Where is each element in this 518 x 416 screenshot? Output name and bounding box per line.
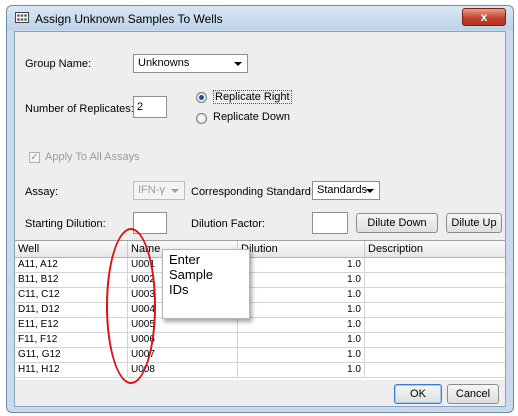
table-row[interactable]: H11, H12 U008 1.0 — [15, 363, 505, 378]
replicates-label: Number of Replicates: — [25, 103, 134, 115]
replicate-down-label[interactable]: Replicate Down — [213, 111, 290, 123]
dilute-up-button[interactable]: Dilute Up — [446, 213, 502, 233]
table-row[interactable]: E11, E12 U005 1.0 — [15, 318, 505, 333]
standard-dropdown[interactable]: Standards — [312, 181, 380, 200]
standard-value: Standards — [317, 184, 368, 196]
title-bar[interactable]: Assign Unknown Samples To Wells x — [7, 6, 513, 30]
cell-description[interactable] — [365, 363, 505, 377]
starting-dilution-label: Starting Dilution: — [25, 218, 106, 230]
assay-label: Assay: — [25, 186, 59, 198]
assay-dropdown[interactable]: IFN-γ — [133, 181, 185, 200]
cell-description[interactable] — [365, 318, 505, 332]
apply-all-checkbox[interactable]: ✓ — [29, 152, 40, 163]
replicates-input[interactable]: 2 — [133, 96, 167, 118]
samples-table: Well Name Dilution Description A11, A12 U… — [15, 240, 505, 382]
table-header: Well Name Dilution Description — [15, 241, 505, 258]
chevron-down-icon — [171, 189, 179, 193]
apply-all-label: Apply To All Assays — [45, 151, 140, 163]
column-header-description[interactable]: Description — [365, 241, 505, 257]
table-row[interactable]: C11, C12 U003 1.0 — [15, 288, 505, 303]
chevron-down-icon — [234, 62, 242, 66]
table-row[interactable]: G11, G12 U007 1.0 — [15, 348, 505, 363]
cell-dilution[interactable]: 1.0 — [238, 288, 365, 302]
chevron-down-icon — [366, 189, 374, 193]
cell-dilution[interactable]: 1.0 — [238, 273, 365, 287]
dialog-footer: OK Cancel — [15, 380, 505, 406]
replicate-right-radio[interactable] — [196, 92, 207, 103]
callout-line: Enter — [169, 252, 201, 267]
column-header-dilution[interactable]: Dilution — [238, 241, 365, 257]
cell-description[interactable] — [365, 348, 505, 362]
cell-well[interactable]: H11, H12 — [15, 363, 128, 377]
ok-button[interactable]: OK — [394, 384, 442, 404]
highlight-ellipse — [106, 228, 156, 384]
cell-dilution[interactable]: 1.0 — [238, 303, 365, 317]
cell-dilution[interactable]: 1.0 — [238, 318, 365, 332]
dilution-factor-label: Dilution Factor: — [191, 218, 265, 230]
cell-description[interactable] — [365, 258, 505, 272]
cell-dilution[interactable]: 1.0 — [238, 258, 365, 272]
dilute-down-button[interactable]: Dilute Down — [356, 213, 438, 233]
cell-description[interactable] — [365, 333, 505, 347]
cancel-button[interactable]: Cancel — [447, 384, 499, 404]
callout-box: Enter Sample IDs — [162, 249, 250, 319]
cell-dilution[interactable]: 1.0 — [238, 363, 365, 377]
group-name-label: Group Name: — [25, 58, 92, 70]
table-row[interactable]: D11, D12 U004 1.0 — [15, 303, 505, 318]
table-row[interactable]: B11, B12 U002 1.0 — [15, 273, 505, 288]
group-name-dropdown[interactable]: Unknowns — [133, 54, 248, 73]
dialog-window: Assign Unknown Samples To Wells x Group … — [6, 5, 514, 413]
replicate-down-radio[interactable] — [196, 113, 207, 124]
cell-description[interactable] — [365, 303, 505, 317]
close-icon: x — [480, 10, 488, 24]
standard-label: Corresponding Standard: — [191, 186, 314, 198]
replicate-right-label[interactable]: Replicate Right — [213, 90, 292, 104]
table-row[interactable]: F11, F12 U006 1.0 — [15, 333, 505, 348]
callout-line: IDs — [169, 282, 189, 297]
cell-dilution[interactable]: 1.0 — [238, 333, 365, 347]
dialog-content: Group Name: Unknowns Number of Replicate… — [14, 31, 506, 407]
callout-line: Sample — [169, 267, 214, 282]
close-button[interactable]: x — [462, 8, 506, 26]
screenshot-background: Assign Unknown Samples To Wells x Group … — [0, 0, 518, 416]
group-name-value: Unknowns — [138, 57, 190, 69]
window-title: Assign Unknown Samples To Wells — [35, 12, 223, 26]
replicates-value: 2 — [137, 101, 144, 113]
cell-description[interactable] — [365, 288, 505, 302]
table-row[interactable]: A11, A12 U001 1.0 — [15, 258, 505, 273]
cell-description[interactable] — [365, 273, 505, 287]
assay-value: IFN-γ — [138, 184, 165, 196]
dilution-factor-input[interactable] — [312, 212, 348, 234]
cell-dilution[interactable]: 1.0 — [238, 348, 365, 362]
plate-icon — [15, 12, 29, 23]
